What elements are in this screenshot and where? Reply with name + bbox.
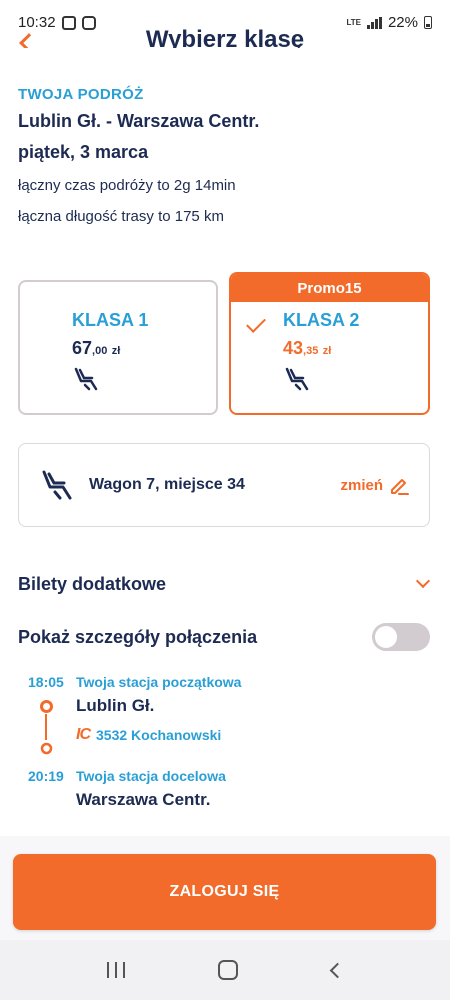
toggle-knob [375,626,397,648]
details-row: Pokaż szczegóły połączenia [18,622,430,652]
train-name: 3532 Kochanowski [96,727,222,743]
departure-time: 18:05 [28,674,64,690]
back-icon[interactable] [329,962,346,978]
arrival-time: 20:19 [28,768,64,784]
price-main: 43 [283,338,304,358]
departure-label: Twoja stacja początkowa [76,674,242,690]
class-price: 43,35 zł [283,338,331,359]
check-icon [246,313,266,333]
system-nav-bar [0,940,450,1000]
price-currency: zł [322,345,332,357]
page-title: Wybierz klasę [145,26,305,48]
change-seat-button[interactable]: zmień [340,475,409,495]
arrival-label: Twoja stacja docelowa [76,768,226,784]
journey-duration: łączny czas podróży to 2g 14min [18,177,236,194]
price-fraction: ,00 [92,345,108,357]
seat-text: Wagon 7, miejsce 34 [89,476,245,493]
recent-apps-icon[interactable] [106,962,125,978]
chevron-down-icon[interactable] [415,573,431,589]
seat-icon [285,367,309,391]
extra-tickets-row[interactable]: Bilety dodatkowe [18,570,432,598]
seat-selection: Wagon 7, miejsce 34 zmień [18,443,430,527]
connection-timeline: 18:05 Twoja stacja początkowa Lublin Gł.… [18,672,432,822]
price-main: 67 [72,338,93,358]
details-label: Pokaż szczegóły połączenia [18,626,258,647]
departure-station: Lublin Gł. [76,696,155,715]
details-toggle[interactable] [372,623,430,651]
class-name: KLASA 1 [72,310,149,330]
journey-label: TWOJA PODRÓŻ [18,86,144,103]
carrier-logo: IC [76,726,91,743]
login-button[interactable]: ZALOGUJ SIĘ [13,854,436,930]
departure-dot [40,700,53,713]
price-currency: zł [111,345,121,357]
extra-tickets-label: Bilety dodatkowe [18,573,167,594]
price-fraction: ,35 [303,345,319,357]
promo-banner: Promo15 [231,274,428,302]
journey-distance: łączna długość trasy to 175 km [18,208,224,225]
class-1-card[interactable]: KLASA 1 67,00 zł [18,280,218,415]
train-info: IC 3532 Kochanowski [76,726,221,744]
seat-icon [42,470,72,500]
class-name: KLASA 2 [283,310,360,330]
app-header: Wybierz klasę [0,20,450,48]
journey-route: Lublin Gł. - Warszawa Centr. [18,111,260,131]
route-line [45,714,47,740]
pencil-icon [391,479,409,495]
class-2-card[interactable]: Promo15 KLASA 2 43,35 zł [229,272,430,415]
change-label: zmień [340,476,383,494]
class-price: 67,00 zł [72,338,120,359]
journey-summary: TWOJA PODRÓŻ Lublin Gł. - Warszawa Centr… [18,86,432,225]
seat-icon [74,367,98,391]
arrival-station: Warszawa Centr. [76,790,211,809]
journey-date: piątek, 3 marca [18,142,149,162]
destination-pin-icon [40,742,53,755]
home-icon[interactable] [218,960,239,980]
